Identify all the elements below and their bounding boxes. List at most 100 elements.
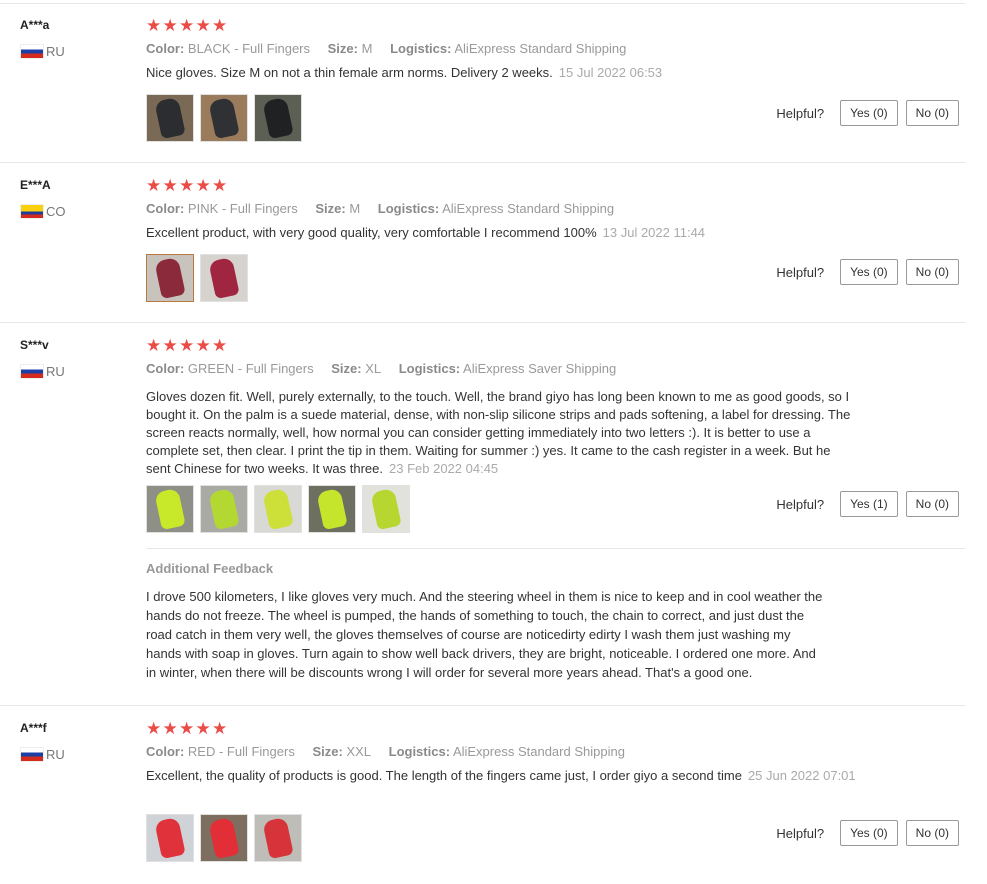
black-glove-photo-icon	[208, 96, 240, 140]
review-photo-thumbnail[interactable]	[254, 814, 302, 862]
helpful-no-button[interactable]: No (0)	[905, 820, 959, 846]
review-photo-thumbnail[interactable]	[254, 485, 302, 533]
logistics-label: Logistics:	[377, 201, 440, 216]
review-date: 25 Jun 2022 07:01	[747, 768, 856, 783]
reviewer-name: S***v	[20, 338, 49, 352]
helpful-no-button[interactable]: No (0)	[905, 491, 959, 517]
logistics-label: Logistics:	[390, 41, 452, 56]
review-item: S***v RU ★ ★ ★ ★ ★ Color: GREEN - Full Finge…	[0, 322, 987, 706]
review-item: A***f RU ★ ★ ★ ★ ★ Color: RED - Full Fingers…	[0, 705, 987, 884]
helpful-label: Helpful?	[776, 264, 825, 280]
country-code: RU	[46, 364, 65, 379]
review-photo-thumbnail[interactable]	[362, 485, 410, 533]
helpful-yes-button[interactable]: Yes (1)	[840, 491, 898, 517]
star-icon: ★	[179, 719, 195, 738]
star-icon: ★	[162, 176, 178, 195]
review-photo-thumbnail[interactable]	[200, 254, 248, 302]
black-glove-photo-icon	[154, 96, 186, 140]
star-rating: ★ ★ ★ ★ ★	[146, 16, 866, 35]
pink-glove-photo-icon	[208, 256, 240, 300]
helpful-yes-button[interactable]: Yes (0)	[840, 820, 898, 846]
color-label: Color:	[146, 744, 185, 759]
review-photo-thumbnail[interactable]	[254, 94, 302, 142]
review-photo-thumbnail[interactable]	[200, 485, 248, 533]
review-text: Excellent, the quality of products is go…	[146, 767, 858, 785]
green-glove-photo-icon	[154, 487, 186, 531]
star-rating: ★ ★ ★ ★ ★	[146, 336, 866, 355]
review-photo-thumbnail[interactable]	[146, 485, 194, 533]
star-icon: ★	[179, 176, 195, 195]
black-glove-photo-icon	[262, 96, 294, 140]
size-value: XXL	[346, 744, 371, 759]
review-photos	[146, 254, 248, 302]
color-label: Color:	[146, 361, 185, 376]
review-content: ★ ★ ★ ★ ★ Color: BLACK - Full Fingers Size: …	[146, 16, 866, 82]
green-glove-photo-icon	[370, 487, 402, 531]
review-body: Gloves dozen fit. Well, purely externall…	[146, 389, 851, 476]
helpful-yes-button[interactable]: Yes (0)	[840, 259, 898, 285]
review-date: 15 Jul 2022 06:53	[558, 65, 663, 80]
size-value: XL	[365, 361, 382, 376]
star-icon: ★	[146, 176, 162, 195]
green-glove-photo-icon	[262, 487, 294, 531]
helpful-voting: Helpful? Yes (1) No (0)	[776, 491, 959, 517]
reviewer-country: RU	[20, 747, 65, 762]
logistics-value: AliExpress Standard Shipping	[454, 41, 627, 56]
helpful-voting: Helpful? Yes (0) No (0)	[776, 100, 959, 126]
star-rating: ★ ★ ★ ★ ★	[146, 176, 866, 195]
helpful-yes-button[interactable]: Yes (0)	[840, 100, 898, 126]
sku-attributes: Color: PINK - Full Fingers Size: M Logis…	[146, 200, 866, 218]
review-date: 13 Jul 2022 11:44	[602, 225, 706, 240]
color-value: RED - Full Fingers	[187, 744, 295, 759]
review-content: ★ ★ ★ ★ ★ Color: RED - Full Fingers Size: XX…	[146, 719, 866, 785]
color-value: GREEN - Full Fingers	[187, 361, 314, 376]
pink-glove-photo-icon	[154, 256, 186, 300]
red-glove-photo-icon	[208, 816, 240, 860]
star-icon: ★	[179, 336, 195, 355]
star-icon: ★	[195, 16, 211, 35]
logistics-label: Logistics:	[388, 744, 451, 759]
helpful-no-button[interactable]: No (0)	[905, 259, 959, 285]
review-photo-thumbnail[interactable]	[200, 814, 248, 862]
review-photo-thumbnail[interactable]	[146, 254, 194, 302]
review-photo-thumbnail[interactable]	[146, 814, 194, 862]
review-body: Nice gloves. Size M on not a thin female…	[146, 65, 553, 80]
logistics-value: AliExpress Standard Shipping	[452, 744, 625, 759]
size-label: Size:	[331, 361, 362, 376]
colombia-flag-icon	[20, 204, 44, 219]
review-text: Nice gloves. Size M on not a thin female…	[146, 64, 866, 82]
reviewer-country: CO	[20, 204, 66, 219]
star-icon: ★	[146, 16, 162, 35]
helpful-no-button[interactable]: No (0)	[905, 100, 959, 126]
color-label: Color:	[146, 41, 185, 56]
helpful-label: Helpful?	[776, 105, 825, 121]
review-photo-thumbnail[interactable]	[146, 94, 194, 142]
logistics-label: Logistics:	[398, 361, 461, 376]
star-icon: ★	[179, 16, 195, 35]
reviewer-info: A***a RU	[20, 18, 65, 59]
helpful-voting: Helpful? Yes (0) No (0)	[776, 820, 959, 846]
review-body: Excellent, the quality of products is go…	[146, 768, 742, 783]
review-photos	[146, 485, 410, 533]
additional-feedback-title: Additional Feedback	[146, 561, 274, 576]
green-glove-photo-icon	[208, 487, 240, 531]
review-photo-thumbnail[interactable]	[200, 94, 248, 142]
review-item: A***a RU ★ ★ ★ ★ ★ Color: BLACK - Full Finge…	[0, 0, 987, 163]
review-date: 23 Feb 2022 04:45	[389, 461, 499, 476]
review-photo-thumbnail[interactable]	[308, 485, 356, 533]
size-value: M	[361, 41, 373, 56]
review-text: Excellent product, with very good qualit…	[146, 224, 866, 242]
review-item: E***A CO ★ ★ ★ ★ ★ Color: PINK - Full Finger…	[0, 162, 987, 323]
helpful-label: Helpful?	[776, 496, 825, 512]
reviewer-info: S***v RU	[20, 338, 65, 379]
size-value: M	[349, 201, 361, 216]
russia-flag-icon	[20, 747, 44, 762]
reviewer-info: A***f RU	[20, 721, 65, 762]
red-glove-photo-icon	[262, 816, 294, 860]
star-icon: ★	[212, 16, 228, 35]
logistics-value: AliExpress Standard Shipping	[442, 201, 615, 216]
star-icon: ★	[212, 336, 228, 355]
star-icon: ★	[195, 336, 211, 355]
review-content: ★ ★ ★ ★ ★ Color: GREEN - Full Fingers Size: …	[146, 336, 866, 478]
star-rating: ★ ★ ★ ★ ★	[146, 719, 866, 738]
